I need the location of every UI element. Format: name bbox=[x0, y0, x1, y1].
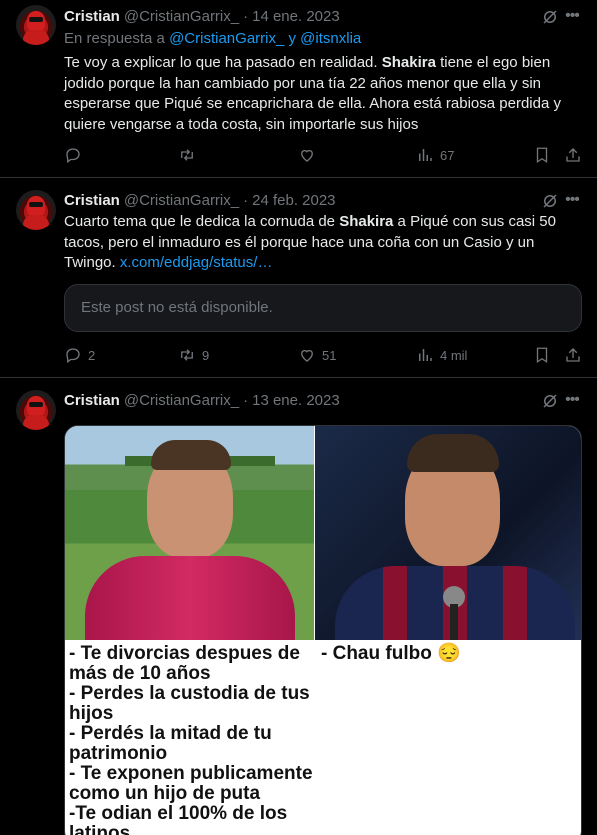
author-name[interactable]: Cristian bbox=[64, 8, 120, 25]
tweet-header: Cristian @CristianGarrix_ · 13 ene. 2023 bbox=[64, 390, 340, 410]
retweet-button[interactable]: 9 bbox=[178, 344, 209, 366]
like-icon bbox=[301, 349, 313, 362]
text-highlight: Shakira bbox=[339, 213, 394, 230]
views-icon bbox=[419, 349, 432, 361]
more-icon[interactable]: ••• bbox=[563, 7, 581, 25]
meme-image[interactable]: - Te divorcias despues de más de 10 años… bbox=[64, 425, 582, 835]
like-button[interactable] bbox=[298, 144, 322, 166]
reply-count: 2 bbox=[88, 347, 96, 363]
photo-pique-crying bbox=[315, 426, 581, 640]
text-segment: Te voy a explicar lo que ha pasado en re… bbox=[64, 54, 382, 71]
grok-icon[interactable] bbox=[541, 392, 559, 410]
share-icon bbox=[566, 348, 580, 362]
more-icon[interactable]: ••• bbox=[563, 391, 581, 409]
meme-line: - Perdés la mitad de tu patrimonio bbox=[69, 723, 272, 764]
tweet-text: Cuarto tema que le dedica la cornuda de … bbox=[64, 212, 581, 274]
reply-icon bbox=[66, 348, 80, 364]
tweet-header: Cristian @CristianGarrix_ · 14 ene. 2023 bbox=[64, 6, 340, 26]
avatar[interactable] bbox=[16, 5, 56, 45]
meme-caption-right: - Chau fulbo 😔 bbox=[321, 643, 461, 664]
bookmark-button[interactable] bbox=[533, 144, 551, 166]
views-button[interactable]: 67 bbox=[416, 144, 454, 166]
reply-user-link[interactable]: @itsnxlia bbox=[300, 30, 361, 47]
reply-user-link[interactable]: @CristianGarrix_ bbox=[169, 30, 284, 47]
share-icon bbox=[566, 148, 580, 162]
author-handle[interactable]: @CristianGarrix_ bbox=[124, 392, 239, 409]
author-name[interactable]: Cristian bbox=[64, 192, 120, 209]
photo-pique-happy bbox=[65, 426, 314, 640]
meme-caption-left: - Te divorcias despues de más de 10 años… bbox=[69, 644, 314, 835]
text-segment: Cuarto tema que le dedica la cornuda de bbox=[64, 213, 340, 230]
tweet-date[interactable]: 24 feb. 2023 bbox=[252, 192, 335, 209]
unavailable-text: Este post no está disponible. bbox=[81, 299, 273, 316]
tweet-text: Te voy a explicar lo que ha pasado en re… bbox=[64, 53, 581, 135]
text-highlight: Shakira bbox=[381, 54, 436, 71]
meme-line: - Perdes la custodia de tus hijos bbox=[69, 683, 310, 724]
author-handle[interactable]: @CristianGarrix_ bbox=[124, 8, 239, 25]
reply-context: En respuesta a @CristianGarrix_ y @itsnx… bbox=[64, 30, 361, 47]
tweet-date[interactable]: 14 ene. 2023 bbox=[252, 8, 340, 25]
like-count: 51 bbox=[322, 347, 337, 363]
like-icon bbox=[301, 149, 313, 162]
grok-icon[interactable] bbox=[541, 8, 559, 26]
retweet-button[interactable] bbox=[178, 144, 202, 166]
meme-line: - Te exponen publicamente como un hijo d… bbox=[69, 763, 313, 804]
views-icon bbox=[419, 149, 432, 161]
author-handle[interactable]: @CristianGarrix_ bbox=[124, 192, 239, 209]
like-button[interactable]: 51 bbox=[298, 344, 336, 366]
tweet-header: Cristian @CristianGarrix_ · 24 feb. 2023 bbox=[64, 190, 336, 210]
share-button[interactable] bbox=[564, 144, 582, 166]
reply-prefix: En respuesta a bbox=[64, 30, 165, 47]
tweet-date[interactable]: 13 ene. 2023 bbox=[252, 392, 340, 409]
bookmark-icon bbox=[536, 147, 548, 164]
retweet-icon bbox=[181, 349, 193, 361]
reply-button[interactable]: 2 bbox=[64, 344, 95, 366]
bookmark-icon bbox=[536, 347, 548, 364]
more-icon[interactable]: ••• bbox=[563, 191, 581, 209]
view-count: 4 mil bbox=[440, 347, 468, 363]
views-button[interactable]: 4 mil bbox=[416, 344, 467, 366]
bookmark-button[interactable] bbox=[533, 344, 551, 366]
retweet-count: 9 bbox=[202, 347, 210, 363]
separator-dot: · bbox=[243, 391, 249, 409]
reply-and: y bbox=[288, 30, 297, 47]
grok-icon[interactable] bbox=[541, 192, 559, 210]
retweet-icon bbox=[181, 149, 193, 161]
separator-dot: · bbox=[243, 191, 249, 209]
reply-button[interactable] bbox=[64, 144, 88, 166]
separator-dot: · bbox=[243, 7, 249, 25]
tweet-actions: 2 9 51 4 mil bbox=[58, 344, 588, 366]
meme-line: - Te divorcias despues de más de 10 años bbox=[69, 643, 300, 684]
unavailable-post-card: Este post no está disponible. bbox=[64, 284, 582, 332]
tweet-1[interactable]: Cristian @CristianGarrix_ · 14 ene. 2023… bbox=[0, 0, 597, 178]
share-button[interactable] bbox=[564, 344, 582, 366]
avatar[interactable] bbox=[16, 190, 56, 230]
author-name[interactable]: Cristian bbox=[64, 392, 120, 409]
tweet-actions: 67 bbox=[58, 144, 588, 166]
avatar[interactable] bbox=[16, 390, 56, 430]
meme-line: -Te odian el 100% de los latinos bbox=[69, 803, 288, 835]
tweet-2[interactable]: Cristian @CristianGarrix_ · 24 feb. 2023… bbox=[0, 178, 597, 378]
reply-icon bbox=[66, 148, 80, 164]
tweet-link[interactable]: x.com/eddjag/status/… bbox=[120, 254, 273, 271]
